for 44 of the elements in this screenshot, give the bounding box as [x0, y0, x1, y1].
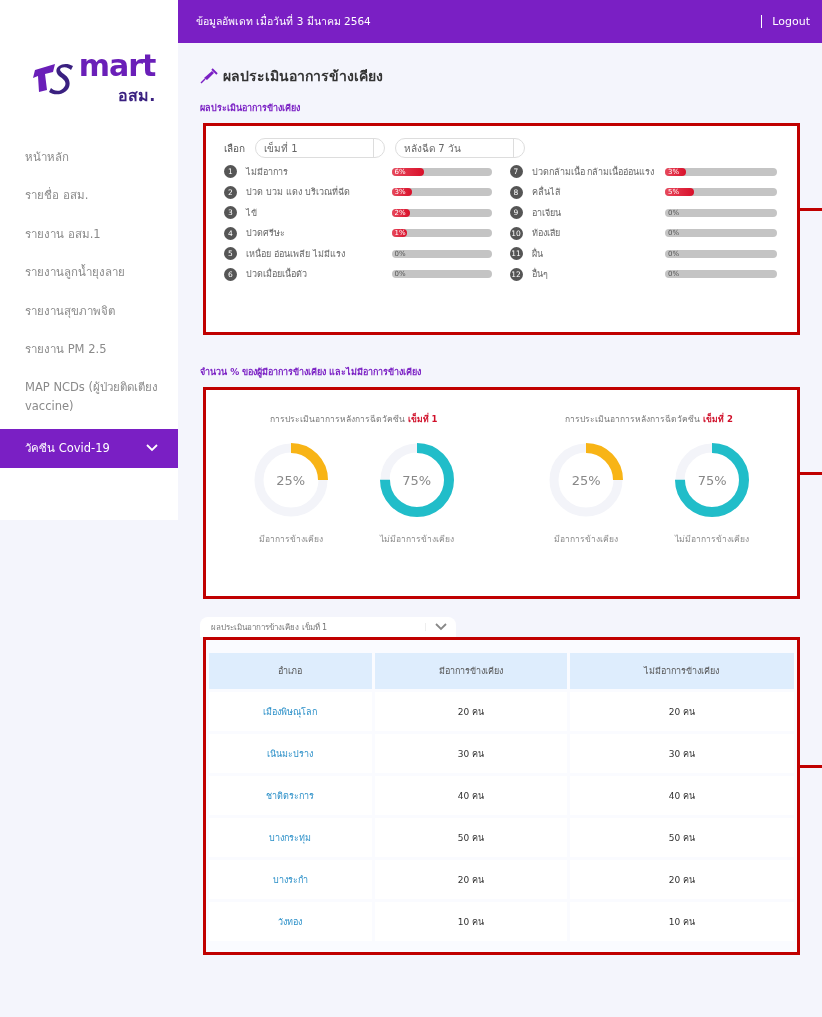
- table-cell: 20 คน: [374, 860, 567, 899]
- gauge-caption: มีอาการข้างเคียง: [554, 533, 619, 546]
- table-cell: 50 คน: [569, 818, 794, 857]
- column-header: อำเภอ: [209, 653, 372, 689]
- symptom-label: ปวดเมื่อยเนื้อตัว: [246, 267, 308, 281]
- gauge-reading: 75%: [401, 471, 433, 490]
- gauge-caption: มีอาการข้างเคียง: [258, 533, 323, 546]
- table-cell: 40 คน: [569, 776, 794, 815]
- gauge-caption: ไม่มีอาการข้างเคียง: [379, 533, 454, 546]
- gauge-title: การประเมินอาการหลังการฉีดวัคซีน เข็มที่ 2: [565, 412, 734, 426]
- symptom-label: อาเจียน: [531, 206, 562, 220]
- select-label: เลือก: [224, 141, 245, 156]
- symptom-label: ไม่มีอาการ: [246, 165, 289, 179]
- table-cell: 40 คน: [374, 776, 567, 815]
- page-title: ผลประเมินอาการข้างเคียง: [223, 67, 383, 86]
- gauge-caption: ไม่มีอาการข้างเคียง: [675, 533, 750, 546]
- gauge-reading: 25%: [570, 471, 602, 490]
- column-header: มีอาการข้างเคียง: [374, 653, 567, 689]
- symptom-label: เหนื่อย อ่อนเพลีย ไม่มีแรง: [246, 247, 346, 261]
- table-cell: 50 คน: [374, 818, 567, 857]
- table-cell: 30 คน: [374, 734, 567, 773]
- symptom-label: ปวดศรีษะ: [246, 227, 286, 240]
- table-cell: 10 คน: [569, 902, 794, 941]
- table-cell: 20 คน: [569, 692, 794, 731]
- symptom-label: ผื่น: [531, 247, 544, 261]
- symptom-label: ปวดกล้ามเนื้อ กล้ามเนื้ออ่อนแรง: [531, 165, 656, 179]
- symptom-label: คลื่นไส้: [531, 185, 561, 199]
- gauge-reading: 25%: [275, 471, 307, 490]
- column-header: ไม่มีอาการข้างเคียง: [569, 653, 794, 689]
- logo-subtext: อสม.: [118, 85, 156, 107]
- gauge-reading: 75%: [696, 471, 728, 490]
- table-cell: 20 คน: [569, 860, 794, 899]
- symptom-label: อื่นๆ: [531, 267, 549, 281]
- symptom-label: ปวด บวม แดง บริเวณที่ฉีด: [246, 185, 351, 199]
- section-heading: ผลประเมินอาการข้างเคียง: [200, 102, 301, 115]
- gauge-title: การประเมินอาการหลังการฉีดวัคซีน เข็มที่ 1: [269, 412, 438, 426]
- symptom-label: ท้องเสีย: [531, 227, 561, 240]
- table-cell: 10 คน: [374, 902, 567, 941]
- symptom-label: ไข้: [246, 206, 258, 220]
- update-text: ข้อมูลอัพเดท เมื่อวันที่ 3 มีนาคม 2564: [196, 13, 371, 30]
- table-cell: 30 คน: [569, 734, 794, 773]
- table-cell: 20 คน: [374, 692, 567, 731]
- logo-text: mart: [78, 48, 156, 83]
- section-heading: จำนวน % ของผู้มีอาการข้างเคียง และไม่มีอาการข้างเคียง: [200, 366, 423, 379]
